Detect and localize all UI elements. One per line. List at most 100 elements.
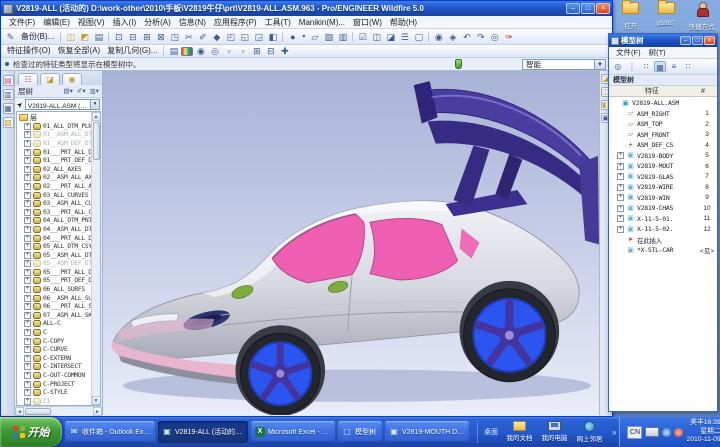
ghost2-icon[interactable]: ▫ bbox=[236, 45, 249, 57]
layer-item[interactable]: + 02___PRT_ALL_AXE bbox=[19, 182, 91, 191]
expand-icon[interactable]: + bbox=[24, 243, 31, 250]
select-box-icon[interactable]: ▢ bbox=[412, 31, 425, 43]
model-tree-tab[interactable]: 模型树 bbox=[609, 75, 717, 86]
refit-icon[interactable]: ⊟ bbox=[126, 31, 139, 43]
layer-item[interactable]: + C-COPY bbox=[19, 337, 91, 346]
menu-item[interactable]: 文件(F) bbox=[5, 17, 39, 28]
drawing-icon[interactable]: ▥ bbox=[336, 31, 349, 43]
expand-icon[interactable]: + bbox=[24, 381, 31, 388]
expand-icon[interactable]: + bbox=[24, 131, 31, 138]
keyboard-icon[interactable] bbox=[645, 427, 659, 437]
layer-item[interactable]: + 01___PRT_ALL_DTM bbox=[19, 148, 91, 157]
zoom-out-icon[interactable]: ⊠ bbox=[154, 31, 167, 43]
feature-operations-button[interactable]: 特征操作(O) bbox=[4, 45, 54, 57]
model-tree-row[interactable]: + ASM_RIGHT 1 bbox=[609, 109, 717, 120]
front-wheel[interactable] bbox=[240, 333, 320, 414]
layer-item[interactable]: + 05_ALL_DTM_CSYS bbox=[19, 242, 91, 251]
menu-item[interactable]: 文件(F) bbox=[612, 47, 645, 58]
hscroll-thumb[interactable] bbox=[25, 408, 51, 415]
menu-item[interactable]: 应用程序(P) bbox=[210, 17, 261, 28]
layer-item[interactable]: + C1 bbox=[19, 397, 91, 405]
scroll-left-icon[interactable]: ◄ bbox=[15, 407, 24, 416]
model-tree-title-bar[interactable]: 模型树 –□× bbox=[609, 34, 717, 47]
graphics-area[interactable] bbox=[103, 71, 599, 415]
tab-folder-browser[interactable]: ◪ bbox=[40, 73, 60, 85]
vscroll-thumb[interactable] bbox=[93, 122, 100, 160]
tree-filter-icon[interactable]: ▦ bbox=[654, 61, 666, 72]
layer-item[interactable]: + C-STYLE bbox=[19, 388, 91, 397]
manikin-icon[interactable]: ◉ bbox=[432, 31, 445, 43]
layer-item[interactable]: + 05__ASM_ALL_DTM bbox=[19, 251, 91, 260]
model-tree-row[interactable]: + V2819-GLAS 7 bbox=[609, 172, 717, 183]
task-model-tree[interactable]: 模型树 bbox=[338, 421, 382, 443]
render-icon[interactable]: ▤ bbox=[167, 45, 180, 57]
section-icon[interactable]: ⊟ bbox=[264, 45, 277, 57]
minimize-button[interactable]: – bbox=[566, 3, 580, 14]
expand-icon[interactable]: + bbox=[617, 226, 624, 233]
drag-icon[interactable]: ✚ bbox=[278, 45, 291, 57]
layer-item[interactable]: + 06___PRT_ALL_SUR bbox=[19, 302, 91, 311]
layer-item[interactable]: + 02__ASM_ALL_AXES bbox=[19, 174, 91, 183]
visibility-icon[interactable]: ◉ bbox=[194, 45, 207, 57]
menu-item[interactable]: 信息(N) bbox=[175, 17, 210, 28]
model-tree-row[interactable]: + ASM_DEF_CS 4 bbox=[609, 140, 717, 151]
layer-item[interactable]: + ALL-C bbox=[19, 320, 91, 329]
revolve-icon[interactable]: ◱ bbox=[238, 31, 251, 43]
expand-icon[interactable]: + bbox=[617, 163, 624, 170]
expand-icon[interactable]: + bbox=[617, 152, 624, 159]
task-excel[interactable]: Microsoft Excel - wav... bbox=[251, 421, 335, 443]
expand-icon[interactable]: + bbox=[24, 166, 31, 173]
layer-options-button[interactable]: ▥▾ bbox=[90, 87, 99, 95]
expand-icon[interactable]: + bbox=[24, 157, 31, 164]
model-tree-row[interactable]: + V2819-CHAS 10 bbox=[609, 203, 717, 214]
save-icon[interactable]: ▤ bbox=[92, 31, 105, 43]
expand-icon[interactable]: + bbox=[24, 363, 31, 370]
tree-layout-icon[interactable]: ∷ bbox=[682, 61, 694, 72]
relations-icon[interactable]: ☰ bbox=[398, 31, 411, 43]
layer-item[interactable]: + C-CURVE bbox=[19, 345, 91, 354]
maximize-button[interactable]: □ bbox=[581, 3, 595, 14]
layer-item[interactable]: + C-OUT-COMMON bbox=[19, 371, 91, 380]
layer-tree-vscrollbar[interactable]: ▲ ▼ bbox=[91, 112, 100, 405]
tree-columns-icon[interactable]: ≡ bbox=[668, 61, 680, 72]
model-notes-icon[interactable] bbox=[455, 59, 462, 69]
trim-icon[interactable]: ✂ bbox=[182, 31, 195, 43]
active-model-selector[interactable]: V2819-ALL.ASM (顶级 ▼ bbox=[25, 99, 100, 110]
explode-icon[interactable]: ⊞ bbox=[250, 45, 263, 57]
zoom-in-icon[interactable]: ⊞ bbox=[140, 31, 153, 43]
layer-item[interactable]: + C-INTERSECT bbox=[19, 363, 91, 372]
scroll-right-icon[interactable]: ► bbox=[93, 407, 102, 416]
expand-icon[interactable]: + bbox=[24, 338, 31, 345]
model-tree-row[interactable]: + *X-STL-CAR <见> bbox=[609, 245, 717, 256]
expand-icon[interactable]: + bbox=[24, 252, 31, 259]
expand-icon[interactable]: + bbox=[24, 226, 31, 233]
expand-icon[interactable]: + bbox=[24, 209, 31, 216]
language-indicator[interactable]: CN bbox=[627, 426, 642, 439]
model-tree-row[interactable]: + ASM_FRONT 3 bbox=[609, 130, 717, 141]
selection-filter[interactable]: 智能 ▼ bbox=[522, 59, 606, 70]
expand-icon[interactable]: + bbox=[24, 269, 31, 276]
expand-icon[interactable]: + bbox=[24, 183, 31, 190]
collapse-all-icon[interactable]: ∷ bbox=[640, 61, 652, 72]
layer-item[interactable]: + 03___PRT_ALL_CUR bbox=[19, 208, 91, 217]
tray-antivirus-icon[interactable] bbox=[674, 428, 683, 437]
tab-favorites[interactable]: ◉ bbox=[62, 73, 82, 85]
desktop-my-computer[interactable]: 我的电脑 bbox=[538, 421, 571, 443]
expand-icon[interactable]: + bbox=[24, 277, 31, 284]
layer-item[interactable]: + 04__ASM_ALL_DTM bbox=[19, 225, 91, 234]
close-button[interactable]: × bbox=[596, 3, 610, 14]
nav-cabinet-icon[interactable]: ▥ bbox=[3, 89, 14, 100]
unhide-icon[interactable]: ◎ bbox=[208, 45, 221, 57]
appearance-icon[interactable]: ✑ bbox=[502, 31, 515, 43]
desktop-my-documents[interactable]: 我的文档 bbox=[503, 421, 536, 443]
appearance-gallery-icon[interactable] bbox=[181, 47, 193, 56]
layer-item[interactable]: + 03_ALL_CURVES bbox=[19, 191, 91, 200]
mt-maximize-button[interactable]: □ bbox=[692, 36, 703, 45]
verify-icon[interactable]: ☑ bbox=[356, 31, 369, 43]
menu-item[interactable]: 帮助(H) bbox=[386, 17, 421, 28]
layer-item[interactable]: + 07__ASM_ALL_SKEL bbox=[19, 311, 91, 320]
mt-close-button[interactable]: × bbox=[704, 36, 715, 45]
model-tree-row[interactable]: + ASM_TOP 2 bbox=[609, 119, 717, 130]
menu-item[interactable]: 视图(V) bbox=[74, 17, 109, 28]
layer-item[interactable]: + 06__ASM_ALL_SURF bbox=[19, 294, 91, 303]
